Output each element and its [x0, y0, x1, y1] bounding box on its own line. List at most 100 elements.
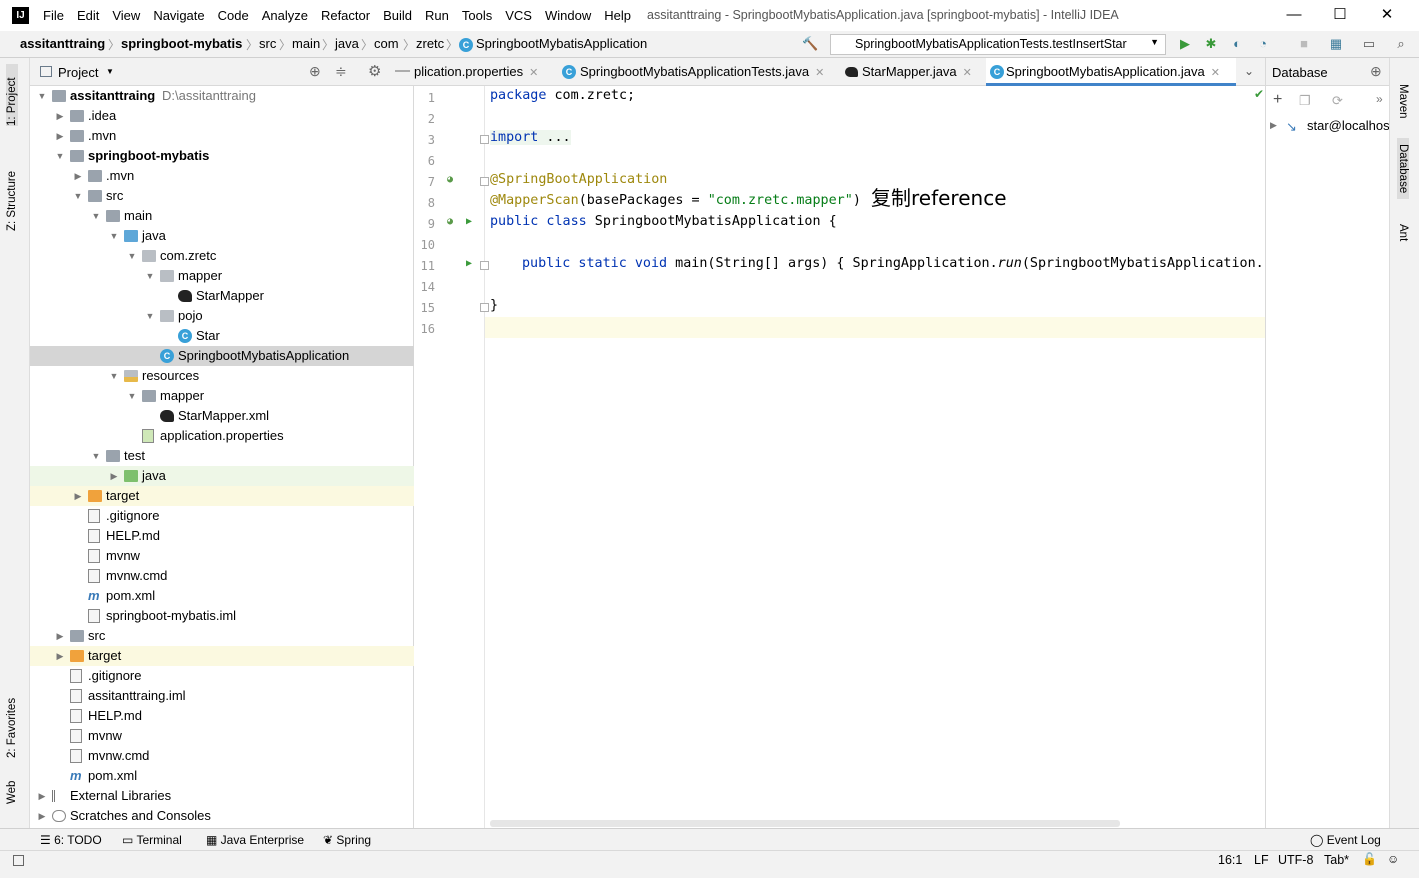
indent-setting[interactable]: Tab* [1324, 853, 1349, 867]
expand-arrow-icon[interactable]: ▶ [1270, 120, 1277, 131]
chevron-down-icon[interactable]: ▼ [108, 226, 120, 246]
lock-icon[interactable]: 🔓 [1362, 852, 1377, 866]
tree-item[interactable]: .gitignore [30, 506, 414, 526]
tree-item[interactable]: ▼ resources [30, 366, 414, 386]
copy-icon[interactable]: ❐ [1299, 93, 1311, 109]
run-gutter-icon[interactable]: ▶ [460, 258, 472, 269]
tree-item[interactable]: m pom.xml [30, 586, 414, 606]
tree-item[interactable]: ▼ springboot-mybatis [30, 146, 414, 166]
tree-item[interactable]: application.properties [30, 426, 414, 446]
chevron-right-icon[interactable]: ▶ [36, 806, 48, 826]
code-line-1[interactable]: package com.zretc; [490, 88, 635, 103]
breadcrumb-java[interactable]: java [335, 36, 359, 51]
hide-panel-icon[interactable]: — [395, 62, 410, 79]
tree-item[interactable]: ▼ main [30, 206, 414, 226]
chevron-right-icon[interactable]: ▶ [54, 126, 66, 146]
breadcrumb-project[interactable]: assitanttraing [20, 36, 105, 51]
project-tool-tab[interactable]: 1: Project [6, 64, 18, 126]
menu-help[interactable]: Help [604, 8, 638, 23]
chevron-down-icon[interactable]: ▼ [144, 306, 156, 326]
fold-icon[interactable] [480, 177, 489, 186]
caret-position[interactable]: 16:1 [1218, 853, 1242, 867]
tree-item[interactable]: ▼ src [30, 186, 414, 206]
minimize-icon[interactable]: — [1279, 4, 1309, 26]
menu-code[interactable]: Code [218, 8, 256, 23]
maven-tool-tab[interactable]: Maven [1397, 84, 1409, 119]
tree-item[interactable]: .gitignore [30, 666, 414, 686]
line-separator[interactable]: LF [1254, 853, 1269, 867]
close-icon[interactable]: ✕ [1372, 4, 1402, 26]
profile-icon[interactable]: ◔ [1255, 36, 1271, 52]
code-line-15[interactable]: } [490, 298, 498, 313]
tree-item[interactable]: ▼ com.zretc [30, 246, 414, 266]
chevron-right-icon[interactable]: ▶ [108, 466, 120, 486]
tree-item[interactable]: mvnw.cmd [30, 746, 414, 766]
chevron-down-icon[interactable]: ▼ [90, 206, 102, 226]
todo-tool-button[interactable]: ☰ 6: TODO [40, 833, 102, 847]
tree-item[interactable]: StarMapper [30, 286, 414, 306]
tree-item[interactable]: mvnw [30, 546, 414, 566]
tree-item[interactable]: mvnw.cmd [30, 566, 414, 586]
tree-item[interactable]: ▼ java [30, 226, 414, 246]
tree-item[interactable]: StarMapper.xml [30, 406, 414, 426]
search-icon[interactable]: ⌕ [1393, 36, 1409, 52]
tree-item[interactable]: ▶ .idea [30, 106, 414, 126]
tree-item[interactable]: ▶ .mvn [30, 166, 414, 186]
tab-star-mapper[interactable]: StarMapper.java ✕ [842, 58, 982, 86]
terminal-tool-button[interactable]: ▭ Terminal [122, 833, 182, 847]
web-tool-tab[interactable]: Web [6, 774, 18, 804]
refresh-icon[interactable]: ⟳ [1332, 93, 1343, 109]
breadcrumb-module[interactable]: springboot-mybatis [121, 36, 242, 51]
tree-item[interactable]: HELP.md [30, 526, 414, 546]
menu-refactor[interactable]: Refactor [321, 8, 377, 23]
code-line-3[interactable]: import ... [490, 130, 571, 145]
database-tool-tab[interactable]: Database [1397, 138, 1409, 200]
build-hammer-icon[interactable]: 🔨 [802, 36, 818, 52]
tree-item[interactable]: m pom.xml [30, 766, 414, 786]
add-icon[interactable]: + [1273, 91, 1282, 109]
breadcrumb-com[interactable]: com [374, 36, 399, 51]
chevron-down-icon[interactable]: ▼ [90, 446, 102, 466]
tree-item[interactable]: ▶ src [30, 626, 414, 646]
close-tab-icon[interactable]: ✕ [963, 67, 972, 79]
chevron-down-icon[interactable]: ▼ [54, 146, 66, 166]
project-structure-icon[interactable]: ▦ [1328, 36, 1344, 52]
tab-application-tests[interactable]: C SpringbootMybatisApplicationTests.java… [560, 58, 838, 86]
file-encoding[interactable]: UTF-8 [1278, 853, 1313, 867]
layout-icon[interactable]: ▭ [1361, 36, 1377, 52]
tree-item[interactable]: C SpringbootMybatisApplication [30, 346, 414, 366]
favorites-tool-tab[interactable]: 2: Favorites [6, 678, 18, 758]
tree-item[interactable]: ▶ java [30, 466, 414, 486]
fold-icon[interactable] [480, 303, 489, 312]
chevron-down-icon[interactable]: ▼ [126, 386, 138, 406]
tree-item[interactable]: ▶ .mvn [30, 126, 414, 146]
inspector-icon[interactable]: ☺ [1387, 852, 1399, 866]
maximize-icon[interactable]: ☐ [1325, 4, 1355, 26]
code-line-11[interactable]: public static void main(String[] args) {… [522, 256, 1272, 271]
menu-edit[interactable]: Edit [77, 8, 106, 23]
menu-analyze[interactable]: Analyze [262, 8, 315, 23]
breadcrumb-class[interactable]: SpringbootMybatisApplication [476, 36, 647, 51]
project-view-select[interactable]: Project [58, 65, 98, 80]
close-tab-icon[interactable]: ✕ [815, 67, 824, 79]
tree-item[interactable]: ▶ External Libraries [30, 786, 414, 806]
chevron-down-icon[interactable]: ▼ [36, 86, 48, 106]
tree-item[interactable]: springboot-mybatis.iml [30, 606, 414, 626]
ant-tool-tab[interactable]: Ant [1397, 224, 1409, 241]
tab-springboot-application[interactable]: C SpringbootMybatisApplication.java ✕ [986, 58, 1236, 86]
structure-tool-tab[interactable]: Z: Structure [6, 153, 18, 231]
locate-icon[interactable]: ⊕ [309, 63, 321, 80]
breadcrumb-zretc[interactable]: zretc [416, 36, 444, 51]
tab-list-chevron-icon[interactable]: ⌄ [1244, 64, 1254, 78]
menu-vcs[interactable]: VCS [505, 8, 539, 23]
toggle-tool-windows-icon[interactable] [13, 855, 24, 866]
run-gutter-icon[interactable]: ▶ [460, 216, 472, 227]
coverage-icon[interactable]: ◐ [1229, 36, 1245, 52]
close-tab-icon[interactable]: ✕ [529, 67, 538, 79]
tree-item[interactable]: ▼ mapper [30, 386, 414, 406]
java-enterprise-tool-button[interactable]: ▦ Java Enterprise [206, 833, 304, 847]
chevron-right-icon[interactable]: ▶ [54, 626, 66, 646]
run-configuration-select[interactable]: SpringbootMybatisApplicationTests.testIn… [830, 34, 1166, 55]
tree-item[interactable]: mvnw [30, 726, 414, 746]
chevron-down-icon[interactable]: ▼ [144, 266, 156, 286]
